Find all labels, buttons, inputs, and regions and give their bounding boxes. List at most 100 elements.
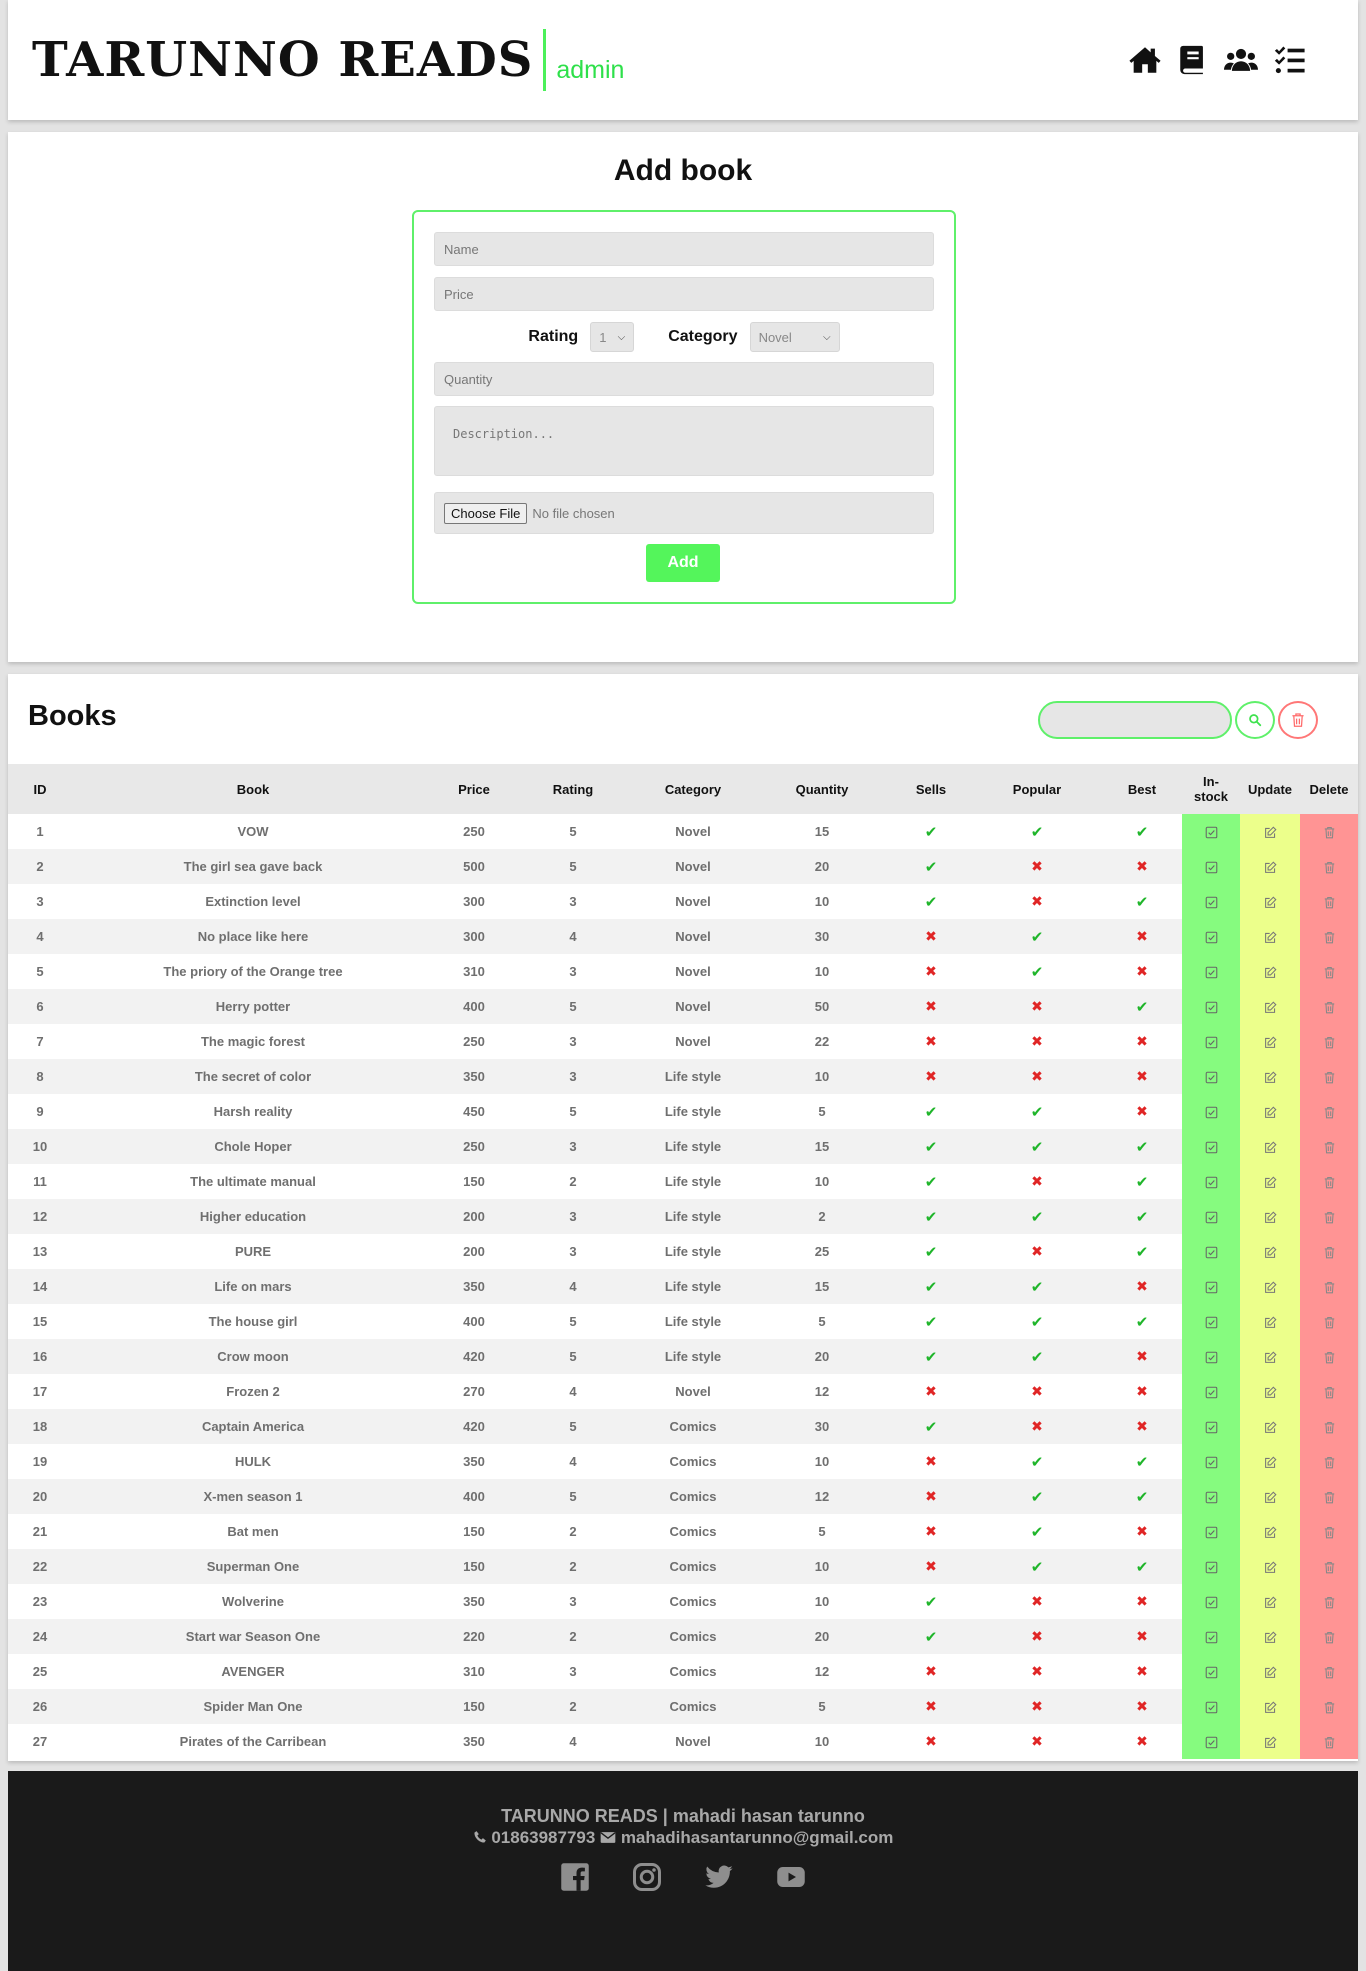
delete-button[interactable] [1300, 954, 1358, 989]
instock-toggle[interactable] [1182, 1584, 1240, 1619]
update-button[interactable] [1240, 1024, 1300, 1059]
delete-button[interactable] [1300, 1024, 1358, 1059]
facebook-icon[interactable] [560, 1862, 590, 1892]
youtube-icon[interactable] [776, 1862, 806, 1892]
instock-toggle[interactable] [1182, 1549, 1240, 1584]
delete-button[interactable] [1300, 1549, 1358, 1584]
delete-button[interactable] [1300, 1374, 1358, 1409]
delete-button[interactable] [1300, 814, 1358, 849]
price-input[interactable]: Price [434, 277, 934, 311]
delete-button[interactable] [1300, 1724, 1358, 1759]
brand[interactable]: TARUNNO READS admin [32, 29, 624, 91]
update-button[interactable] [1240, 1199, 1300, 1234]
update-button[interactable] [1240, 954, 1300, 989]
delete-button[interactable] [1300, 1339, 1358, 1374]
instock-toggle[interactable] [1182, 1094, 1240, 1129]
footer-email[interactable]: mahadihasantarunno@gmail.com [621, 1828, 894, 1847]
instock-toggle[interactable] [1182, 1724, 1240, 1759]
delete-button[interactable] [1300, 1654, 1358, 1689]
search-button[interactable] [1235, 701, 1275, 739]
update-button[interactable] [1240, 1654, 1300, 1689]
update-button[interactable] [1240, 1689, 1300, 1724]
update-button[interactable] [1240, 1409, 1300, 1444]
home-icon[interactable] [1128, 43, 1162, 77]
instock-toggle[interactable] [1182, 1059, 1240, 1094]
update-button[interactable] [1240, 884, 1300, 919]
update-button[interactable] [1240, 1094, 1300, 1129]
update-button[interactable] [1240, 1444, 1300, 1479]
instock-toggle[interactable] [1182, 954, 1240, 989]
update-button[interactable] [1240, 919, 1300, 954]
update-button[interactable] [1240, 1724, 1300, 1759]
add-button[interactable]: Add [646, 544, 720, 582]
name-input[interactable]: Name [434, 232, 934, 266]
instock-toggle[interactable] [1182, 1304, 1240, 1339]
delete-button[interactable] [1300, 1514, 1358, 1549]
delete-button[interactable] [1300, 1689, 1358, 1724]
instock-toggle[interactable] [1182, 1024, 1240, 1059]
instock-toggle[interactable] [1182, 884, 1240, 919]
instock-toggle[interactable] [1182, 1129, 1240, 1164]
update-button[interactable] [1240, 1269, 1300, 1304]
update-button[interactable] [1240, 814, 1300, 849]
update-button[interactable] [1240, 1479, 1300, 1514]
description-textarea[interactable]: Description... [434, 406, 934, 476]
instock-toggle[interactable] [1182, 1654, 1240, 1689]
instock-toggle[interactable] [1182, 1689, 1240, 1724]
instock-toggle[interactable] [1182, 1619, 1240, 1654]
rating-select[interactable]: 1 ⌵ [590, 322, 635, 352]
instock-toggle[interactable] [1182, 1164, 1240, 1199]
instagram-icon[interactable] [632, 1862, 662, 1892]
instock-toggle[interactable] [1182, 989, 1240, 1024]
update-button[interactable] [1240, 1619, 1300, 1654]
instock-toggle[interactable] [1182, 1514, 1240, 1549]
update-button[interactable] [1240, 1304, 1300, 1339]
update-button[interactable] [1240, 1584, 1300, 1619]
delete-button[interactable] [1300, 1444, 1358, 1479]
delete-button[interactable] [1300, 884, 1358, 919]
update-button[interactable] [1240, 1549, 1300, 1584]
choose-file-button[interactable]: Choose File [444, 502, 528, 524]
delete-button[interactable] [1300, 849, 1358, 884]
delete-button[interactable] [1300, 1129, 1358, 1164]
update-button[interactable] [1240, 989, 1300, 1024]
delete-button[interactable] [1300, 1234, 1358, 1269]
search-input[interactable] [1038, 701, 1232, 739]
update-button[interactable] [1240, 1129, 1300, 1164]
delete-button[interactable] [1300, 1199, 1358, 1234]
instock-toggle[interactable] [1182, 1409, 1240, 1444]
update-button[interactable] [1240, 1164, 1300, 1199]
instock-toggle[interactable] [1182, 1234, 1240, 1269]
update-button[interactable] [1240, 1374, 1300, 1409]
delete-button[interactable] [1300, 1059, 1358, 1094]
delete-button[interactable] [1300, 1304, 1358, 1339]
update-button[interactable] [1240, 849, 1300, 884]
category-select[interactable]: Novel ⌵ [749, 322, 840, 352]
delete-button[interactable] [1300, 1269, 1358, 1304]
instock-toggle[interactable] [1182, 1269, 1240, 1304]
users-icon[interactable] [1224, 43, 1258, 77]
delete-button[interactable] [1300, 1094, 1358, 1129]
book-icon[interactable] [1176, 43, 1210, 77]
twitter-icon[interactable] [704, 1862, 734, 1892]
instock-toggle[interactable] [1182, 1479, 1240, 1514]
instock-toggle[interactable] [1182, 814, 1240, 849]
delete-button[interactable] [1300, 1409, 1358, 1444]
delete-button[interactable] [1300, 919, 1358, 954]
update-button[interactable] [1240, 1059, 1300, 1094]
delete-button[interactable] [1300, 989, 1358, 1024]
delete-button[interactable] [1300, 1164, 1358, 1199]
instock-toggle[interactable] [1182, 1444, 1240, 1479]
task-list-icon[interactable] [1272, 43, 1306, 77]
delete-button[interactable] [1300, 1584, 1358, 1619]
update-button[interactable] [1240, 1514, 1300, 1549]
instock-toggle[interactable] [1182, 1199, 1240, 1234]
instock-toggle[interactable] [1182, 1374, 1240, 1409]
delete-button[interactable] [1300, 1619, 1358, 1654]
update-button[interactable] [1240, 1339, 1300, 1374]
delete-button[interactable] [1300, 1479, 1358, 1514]
update-button[interactable] [1240, 1234, 1300, 1269]
footer-phone[interactable]: 01863987793 [491, 1828, 595, 1847]
delete-all-button[interactable] [1278, 701, 1318, 739]
instock-toggle[interactable] [1182, 1339, 1240, 1374]
